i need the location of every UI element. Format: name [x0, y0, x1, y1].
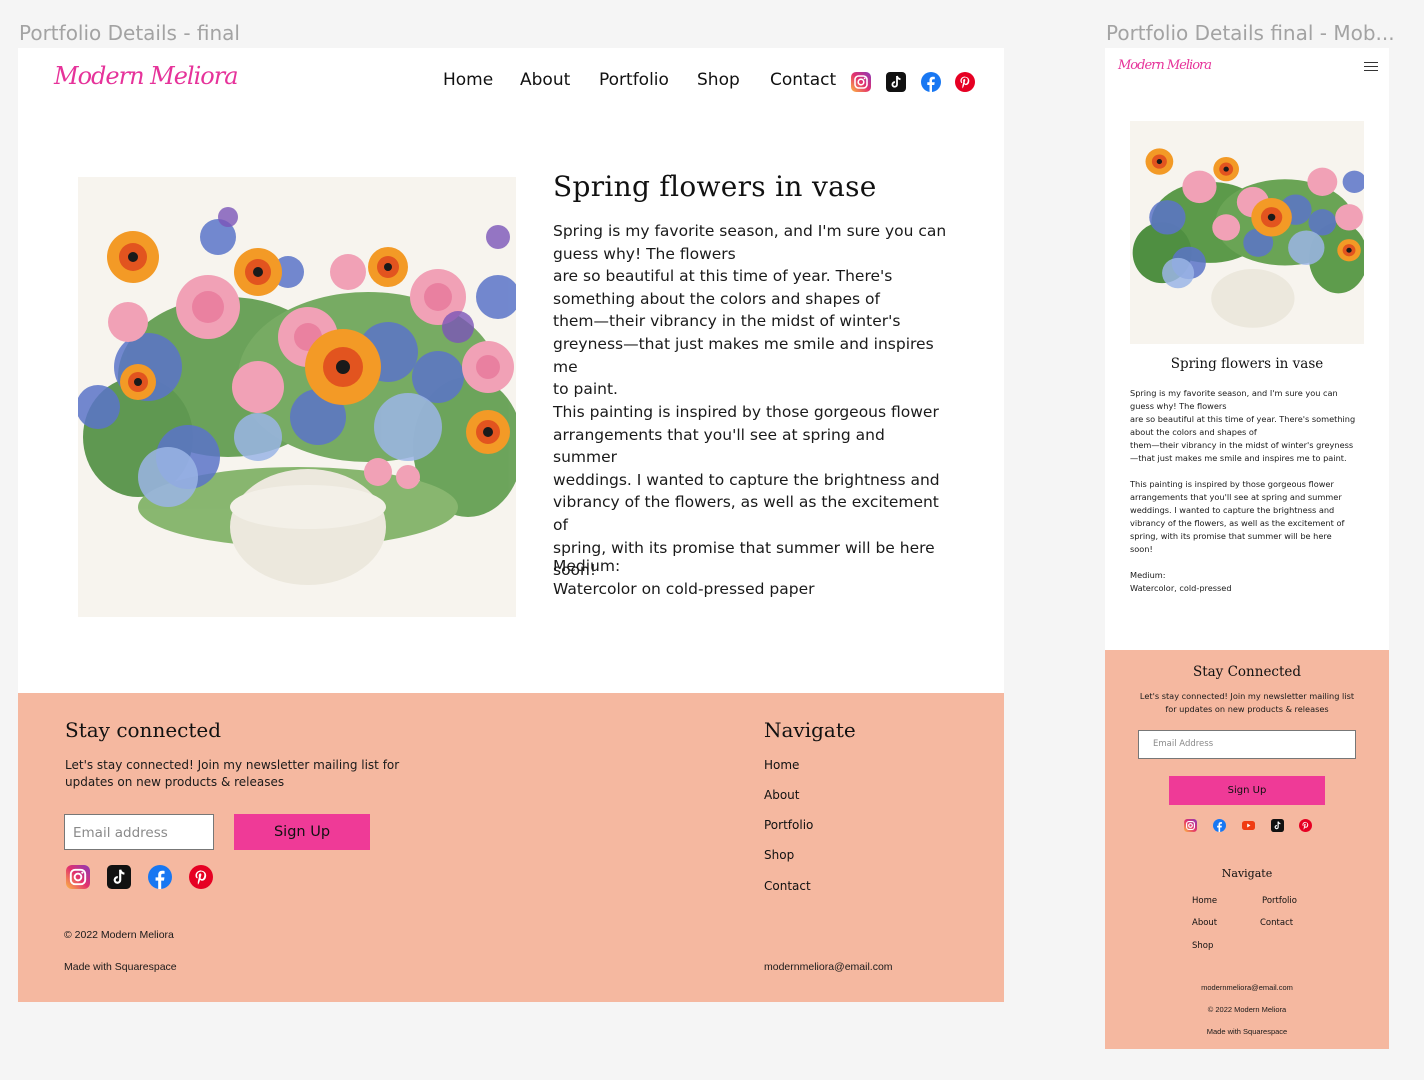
medium-value: Watercolor on cold-pressed paper	[553, 579, 815, 598]
desc-line: This painting is inspired by those gorge…	[1130, 479, 1334, 489]
artwork-title: Spring flowers in vase	[1170, 356, 1324, 372]
mobile-frame: Modern Meliora Spring flowers in vase Sp…	[1105, 48, 1389, 1049]
navigate-heading: Navigate	[1221, 867, 1273, 880]
desc-line: This painting is inspired by those gorge…	[553, 403, 939, 421]
desc-line: —that just makes me smile and inspires m…	[1130, 453, 1347, 463]
medium-label: Medium:	[553, 557, 621, 575]
stay-connected-text: Let's stay connected! Join my newsletter…	[65, 757, 399, 791]
footer-nav-contact[interactable]: Contact	[1260, 918, 1293, 928]
nav-contact[interactable]: Contact	[770, 70, 836, 90]
copyright: © 2022 Modern Meliora	[1207, 1005, 1287, 1014]
footer-nav-contact[interactable]: Contact	[764, 879, 811, 893]
tiktok-icon[interactable]	[107, 865, 131, 889]
pinterest-icon[interactable]	[1299, 819, 1312, 832]
stay-connected-heading: Stay Connected	[1192, 664, 1302, 680]
stay-connected-heading: Stay connected	[65, 718, 222, 742]
facebook-icon[interactable]	[1213, 819, 1226, 832]
stay-text-line: updates on new products & releases	[65, 775, 285, 789]
desc-line: are so beautiful at this time of year. T…	[1130, 414, 1356, 424]
stay-text-line: Let's stay connected! Join my newsletter…	[1139, 691, 1355, 701]
footer-nav-about[interactable]: About	[1192, 918, 1217, 928]
artwork-medium: Medium: Watercolor on cold-pressed paper	[553, 555, 948, 600]
desc-line: weddings. I wanted to capture the bright…	[553, 470, 940, 489]
desc-line: guess why! The flowers	[553, 244, 736, 263]
mobile-frame-label[interactable]: Portfolio Details final - Mob...	[1106, 21, 1395, 45]
desc-line: guess why! The flowers	[1130, 401, 1227, 411]
desktop-frame: Modern Meliora Home About Portfolio Shop…	[18, 48, 1004, 1002]
nav-home[interactable]: Home	[443, 70, 493, 90]
footer: Stay Connected Let's stay connected! Joi…	[1105, 650, 1389, 1049]
desktop-frame-label[interactable]: Portfolio Details - final	[19, 21, 240, 45]
artwork-image[interactable]	[1130, 121, 1364, 344]
nav-about[interactable]: About	[520, 70, 570, 90]
desc-line: greyness—that just makes me smile and in…	[553, 334, 934, 376]
made-with-squarespace[interactable]: Made with Squarespace	[64, 961, 177, 973]
footer-nav-about[interactable]: About	[764, 788, 799, 802]
made-with-squarespace[interactable]: Made with Squarespace	[1105, 1027, 1389, 1036]
desc-line: to paint.	[553, 380, 618, 399]
facebook-icon[interactable]	[148, 865, 172, 889]
instagram-icon[interactable]	[66, 865, 90, 889]
desc-line: soon!	[1130, 544, 1153, 554]
instagram-icon[interactable]	[851, 72, 871, 92]
footer-nav-shop[interactable]: Shop	[764, 848, 794, 862]
medium-value: Watercolor, cold-pressed	[1130, 583, 1232, 593]
artwork-image[interactable]	[78, 177, 516, 617]
medium-label: Medium:	[1130, 570, 1166, 580]
desc-line: something about the colors and shapes of	[553, 289, 880, 308]
footer-nav-shop[interactable]: Shop	[1192, 941, 1213, 951]
footer: Stay connected Let's stay connected! Joi…	[18, 693, 1004, 1002]
desc-line: them—their vibrancy in the midst of wint…	[553, 312, 901, 331]
navigate-heading: Navigate	[764, 718, 856, 742]
desc-line: Spring is my favorite season, and I'm su…	[553, 222, 947, 240]
artwork-title: Spring flowers in vase	[553, 170, 877, 203]
stay-text-line: for updates on new products & releases	[1165, 704, 1329, 714]
desc-line: vibrancy of the flowers, as well as the …	[553, 493, 939, 534]
artwork-medium: Medium: Watercolor, cold-pressed	[1130, 569, 1370, 595]
tiktok-icon[interactable]	[886, 72, 906, 92]
artwork-description-2: This painting is inspired by those gorge…	[1130, 478, 1370, 556]
tiktok-icon[interactable]	[1271, 819, 1284, 832]
facebook-icon[interactable]	[921, 72, 941, 92]
footer-email[interactable]: modernmeliora@email.com	[1105, 983, 1389, 992]
nav-portfolio[interactable]: Portfolio	[599, 70, 669, 90]
footer-email[interactable]: modernmeliora@email.com	[764, 961, 893, 973]
artwork-description-1: Spring is my favorite season, and I'm su…	[553, 220, 948, 401]
footer-nav-portfolio[interactable]: Portfolio	[1262, 896, 1297, 906]
desc-line: them—their vibrancy in the midst of wint…	[1130, 440, 1354, 450]
site-logo[interactable]: Modern Meliora	[1118, 58, 1212, 73]
pinterest-icon[interactable]	[189, 865, 213, 889]
hamburger-menu-icon[interactable]	[1364, 62, 1378, 72]
footer-nav-portfolio[interactable]: Portfolio	[764, 818, 813, 832]
email-input[interactable]: Email address	[64, 814, 214, 850]
desc-line: weddings. I wanted to capture the bright…	[1130, 505, 1335, 515]
artwork-description-1: Spring is my favorite season, and I'm su…	[1130, 387, 1370, 465]
site-logo[interactable]: Modern Meliora	[54, 62, 239, 90]
instagram-icon[interactable]	[1184, 819, 1197, 832]
nav-shop[interactable]: Shop	[697, 70, 740, 90]
stay-text-line: Let's stay connected! Join my newsletter…	[65, 758, 400, 772]
pinterest-icon[interactable]	[955, 72, 975, 92]
stay-connected-text: Let's stay connected! Join my newsletter…	[1105, 690, 1389, 716]
copyright: © 2022 Modern Meliora	[64, 929, 174, 941]
youtube-icon[interactable]	[1242, 819, 1255, 832]
desc-line: arrangements that you'll see at spring a…	[553, 425, 885, 467]
desc-line: Spring is my favorite season, and I'm su…	[1130, 388, 1338, 398]
desc-line: about the colors and shapes of	[1130, 427, 1257, 437]
desc-line: vibrancy of the flowers, as well as the …	[1130, 518, 1345, 528]
footer-nav-home[interactable]: Home	[764, 758, 799, 772]
sign-up-button[interactable]: Sign Up	[234, 814, 370, 850]
footer-nav-home[interactable]: Home	[1192, 896, 1217, 906]
desc-line: are so beautiful at this time of year. T…	[553, 267, 893, 286]
desc-line: arrangements that you'll see at spring a…	[1130, 492, 1342, 502]
desc-line: spring, with its promise that summer wil…	[1130, 531, 1332, 541]
sign-up-button[interactable]: Sign Up	[1169, 776, 1325, 805]
email-input[interactable]: Email Address	[1138, 730, 1356, 759]
